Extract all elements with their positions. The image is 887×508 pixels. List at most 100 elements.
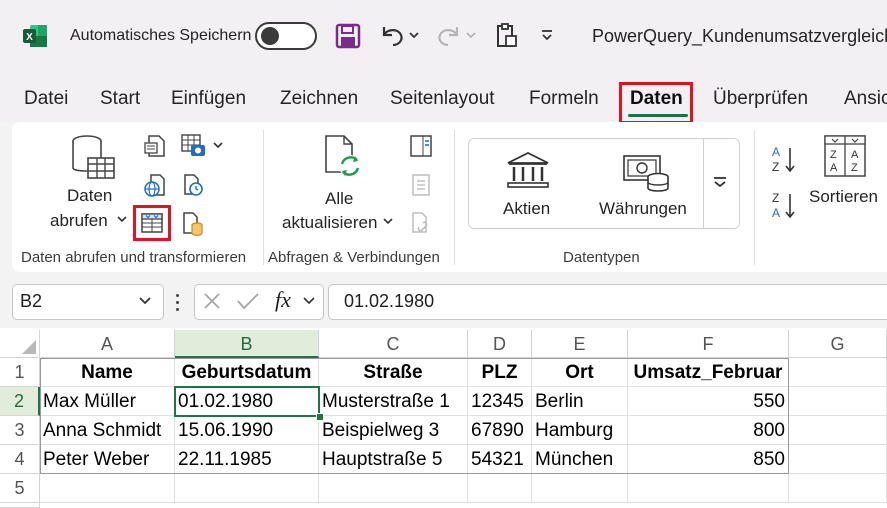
group-separator <box>754 130 755 265</box>
cell-g2[interactable] <box>789 387 887 416</box>
cell-b1[interactable]: Geburtsdatum <box>175 358 319 387</box>
cell-b4[interactable]: 22.11.1985 <box>175 445 319 474</box>
cell-c2[interactable]: Musterstraße 1 <box>319 387 468 416</box>
cell-d2[interactable]: 12345 <box>468 387 532 416</box>
waehrungen-button[interactable]: Währungen <box>599 199 687 219</box>
row-header-5[interactable]: 5 <box>0 474 40 503</box>
alle-aktualisieren-label-2[interactable]: aktualisieren <box>282 213 377 233</box>
column-header-a[interactable]: A <box>40 330 175 358</box>
column-header-e[interactable]: E <box>532 330 628 358</box>
redo-icon[interactable] <box>435 23 463 49</box>
column-header-b[interactable]: B <box>175 330 319 358</box>
undo-icon[interactable] <box>378 23 406 49</box>
cell-d3[interactable]: 67890 <box>468 416 532 445</box>
daten-abrufen-label-2[interactable]: abrufen <box>50 211 108 231</box>
cell-e4[interactable]: München <box>532 445 628 474</box>
cell-a2[interactable]: Max Müller <box>40 387 175 416</box>
cell-d5[interactable] <box>468 474 532 503</box>
select-all-button[interactable] <box>0 330 40 358</box>
cell-a1[interactable]: Name <box>40 358 175 387</box>
cell-b5[interactable] <box>175 474 319 503</box>
enter-icon[interactable] <box>236 291 260 311</box>
cell-f1[interactable]: Umsatz_Februar <box>628 358 789 387</box>
daten-abrufen-label-1[interactable]: Daten <box>67 186 112 206</box>
cell-e3[interactable]: Hamburg <box>532 416 628 445</box>
formula-bar-grip-icon[interactable] <box>176 291 180 311</box>
undo-dropdown-icon[interactable] <box>408 30 420 40</box>
from-picture-dropdown-icon[interactable] <box>212 140 224 150</box>
row-header-4[interactable]: 4 <box>0 445 40 474</box>
cell-c5[interactable] <box>319 474 468 503</box>
edit-links-icon[interactable] <box>408 210 434 236</box>
column-header-c[interactable]: C <box>319 330 468 358</box>
existing-connections-icon[interactable] <box>180 210 206 238</box>
customize-toolbar-icon[interactable] <box>540 28 554 42</box>
fx-dropdown-icon[interactable] <box>302 296 316 306</box>
cell-d1[interactable]: PLZ <box>468 358 532 387</box>
from-table-range-icon[interactable] <box>140 211 164 235</box>
cell-g4[interactable] <box>789 445 887 474</box>
cell-g1[interactable] <box>789 358 887 387</box>
cell-f5[interactable] <box>628 474 789 503</box>
cell-e2[interactable]: Berlin <box>532 387 628 416</box>
properties-icon[interactable] <box>408 172 434 198</box>
recent-sources-icon[interactable] <box>180 172 206 198</box>
row-header-6[interactable] <box>0 503 40 508</box>
name-box-value: B2 <box>20 291 43 311</box>
column-header-d[interactable]: D <box>468 330 532 358</box>
name-box-dropdown-icon[interactable] <box>138 296 152 306</box>
sort-a-z-icon[interactable]: A Z <box>770 144 798 174</box>
cell-a5[interactable] <box>40 474 175 503</box>
insert-function-button[interactable]: fx <box>275 287 291 313</box>
excel-logo-icon: X <box>22 24 48 48</box>
tab-formeln[interactable]: Formeln <box>529 88 599 110</box>
tab-datei[interactable]: Datei <box>24 88 68 110</box>
from-picture-icon[interactable] <box>180 133 208 159</box>
cell-c1[interactable]: Straße <box>319 358 468 387</box>
cell-c3[interactable]: Beispielweg 3 <box>319 416 468 445</box>
cell-f2[interactable]: 550 <box>628 387 789 416</box>
cell-g3[interactable] <box>789 416 887 445</box>
column-header-f[interactable]: F <box>628 330 789 358</box>
row-header-3[interactable]: 3 <box>0 416 40 445</box>
document-title: PowerQuery_Kundenumsatzvergleich. <box>592 26 887 46</box>
group-label-abfragen: Abfragen & Verbindungen <box>268 249 440 266</box>
cell-c4[interactable]: Hauptstraße 5 <box>319 445 468 474</box>
tab-einfuegen[interactable]: Einfügen <box>171 88 246 110</box>
cell-a4[interactable]: Peter Weber <box>40 445 175 474</box>
daten-abrufen-dropdown-icon[interactable] <box>116 214 128 224</box>
tab-ansicht[interactable]: Ansic <box>844 88 887 110</box>
cell-e1[interactable]: Ort <box>532 358 628 387</box>
tab-seitenlayout[interactable]: Seitenlayout <box>390 88 495 110</box>
cell-b3[interactable]: 15.06.1990 <box>175 416 319 445</box>
sortieren-button[interactable]: Sortieren <box>809 187 878 207</box>
tab-ueberpruefen[interactable]: Überprüfen <box>713 88 808 110</box>
sort-z-a-icon[interactable]: Z A <box>770 190 798 220</box>
save-icon[interactable] <box>335 23 361 49</box>
autosave-toggle[interactable] <box>255 22 317 50</box>
fill-handle[interactable] <box>316 413 324 421</box>
print-preview-icon[interactable] <box>494 22 520 50</box>
row-header-2[interactable]: 2 <box>0 387 40 416</box>
cell-d4[interactable]: 54321 <box>468 445 532 474</box>
cell-f4[interactable]: 850 <box>628 445 789 474</box>
toggle-knob <box>261 27 279 45</box>
from-web-icon[interactable] <box>143 172 167 198</box>
cancel-icon[interactable] <box>202 291 222 311</box>
row-header-1[interactable]: 1 <box>0 358 40 387</box>
tab-start[interactable]: Start <box>100 88 140 110</box>
tab-zeichnen[interactable]: Zeichnen <box>280 88 358 110</box>
cell-g5[interactable] <box>789 474 887 503</box>
cell-f3[interactable]: 800 <box>628 416 789 445</box>
cell-e5[interactable] <box>532 474 628 503</box>
queries-connections-icon[interactable] <box>408 133 434 159</box>
cell-b2[interactable]: 01.02.1980 <box>175 387 319 416</box>
from-text-csv-icon[interactable] <box>143 133 167 159</box>
aktien-button[interactable]: Aktien <box>503 199 550 219</box>
redo-dropdown-icon[interactable] <box>465 30 477 40</box>
cell-a3[interactable]: Anna Schmidt <box>40 416 175 445</box>
alle-aktualisieren-label-1[interactable]: Alle <box>325 189 353 209</box>
column-header-g[interactable]: G <box>789 330 887 358</box>
gallery-more-icon[interactable] <box>712 175 728 189</box>
alle-aktualisieren-dropdown-icon[interactable] <box>382 216 394 226</box>
